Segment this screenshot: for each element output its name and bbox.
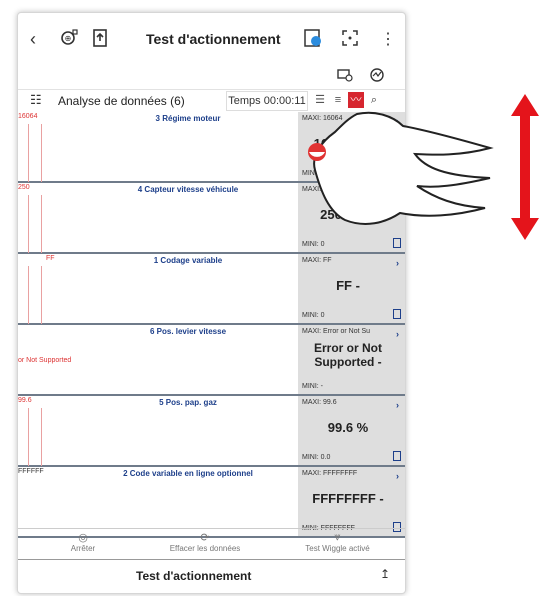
page-title: Test d'actionnement xyxy=(146,31,281,47)
data-row[interactable]: 99.6 5 Pos. pap. gaz MAXI: 99.6 › 99.6 %… xyxy=(18,396,405,467)
search-icon[interactable]: ⌕ xyxy=(366,92,382,108)
max-value: MAXI: 99.6 xyxy=(302,399,337,406)
graph-line xyxy=(28,266,29,324)
parameter-name: 6 Pos. levier vitesse xyxy=(149,327,227,336)
min-value: MINI: 0.0 xyxy=(302,454,331,461)
graph-tick-label: 250 xyxy=(18,184,30,191)
chevron-right-icon[interactable]: › xyxy=(396,329,399,339)
back-icon[interactable]: ‹ xyxy=(30,29,36,50)
parameter-name: 1 Codage variable xyxy=(153,256,223,265)
value-panel: MAXI: FF › FF - MINI: 0 xyxy=(298,254,405,323)
graph-tick-label: or Not Supported xyxy=(18,357,72,364)
top-bar: ‹ ⊕ Test d'actionnement ⋮ xyxy=(18,13,405,65)
max-value: MAXI: FF xyxy=(302,257,332,264)
wiggle-label: Test Wiggle activé xyxy=(305,544,370,553)
graph-area: 250 4 Capteur vitesse véhicule xyxy=(18,183,298,253)
graph-line xyxy=(28,195,29,253)
analysis-label: Analyse de données (6) xyxy=(58,94,185,108)
parameter-name: 3 Régime moteur xyxy=(155,114,221,123)
graph-line xyxy=(41,195,42,253)
value-panel: MAXI: Error or Not Su › Error or Not Sup… xyxy=(298,325,405,394)
graph-line xyxy=(28,408,29,466)
graph-area: or Not Supported 6 Pos. levier vitesse xyxy=(18,325,298,394)
chevron-right-icon[interactable]: › xyxy=(396,471,399,481)
min-value: MINI: - xyxy=(302,383,323,390)
refresh-icon: ⟳ xyxy=(200,532,210,544)
graph-tick-label: FF xyxy=(46,255,55,262)
app-window: ‹ ⊕ Test d'actionnement ⋮ ☷ Analyse de d… xyxy=(17,12,406,594)
data-list-icon[interactable]: ☷ xyxy=(30,92,42,108)
toggle-box[interactable] xyxy=(393,238,401,248)
fullscreen-icon[interactable] xyxy=(339,27,361,49)
value-panel: MAXI: 99.6 › 99.6 % MINI: 0.0 xyxy=(298,396,405,465)
gauge-icon[interactable] xyxy=(368,67,386,83)
chevron-right-icon[interactable]: › xyxy=(396,400,399,410)
hand-gesture-icon xyxy=(308,111,494,225)
stop-icon: ◎ xyxy=(78,532,88,544)
graph-area: FFFFFF 2 Code variable en ligne optionne… xyxy=(18,467,298,536)
parameter-name: 4 Capteur vitesse véhicule xyxy=(137,185,239,194)
min-value: MINI: 0 xyxy=(302,312,325,319)
data-row[interactable]: or Not Supported 6 Pos. levier vitesse M… xyxy=(18,325,405,396)
vehicle-settings-icon[interactable] xyxy=(336,67,354,83)
graph-view-icon[interactable]: 〰 xyxy=(348,92,364,108)
graph-line xyxy=(28,124,29,182)
current-value: FFFFFFFF - xyxy=(312,491,384,506)
footer: Test d'actionnement ↥ xyxy=(18,559,405,591)
current-value: 99.6 % xyxy=(327,420,369,435)
graph-line xyxy=(41,408,42,466)
parameter-name: 2 Code variable en ligne optionnel xyxy=(123,469,253,478)
footer-title: Test d'actionnement xyxy=(136,569,252,583)
collapse-icon[interactable]: ↥ xyxy=(380,567,390,581)
value-panel: MAXI: FFFFFFFF › FFFFFFFF - MINI: FFFFFF… xyxy=(298,467,405,536)
graph-line xyxy=(41,124,42,182)
data-row[interactable]: FF 1 Codage variable MAXI: FF › FF - MIN… xyxy=(18,254,405,325)
toolbar xyxy=(18,65,405,87)
svg-text:⊕: ⊕ xyxy=(65,34,72,43)
text-view-icon[interactable]: ≡ xyxy=(330,92,346,108)
list-view-icon[interactable]: ☰ xyxy=(312,92,328,108)
max-value: MAXI: Error or Not Su xyxy=(302,328,371,335)
clear-data-button[interactable]: ⟳ Effacer les données xyxy=(160,531,250,553)
graph-area: 99.6 5 Pos. pap. gaz xyxy=(18,396,298,466)
current-value: FF - xyxy=(336,278,360,293)
graph-area: 16064 3 Régime moteur xyxy=(18,112,298,182)
bottom-action-bar: ◎ Arrêter ⟳ Effacer les données ⩔ Test W… xyxy=(18,528,405,560)
more-options-icon[interactable]: ⋮ xyxy=(380,29,396,49)
graph-tick-label: 16064 xyxy=(18,113,38,120)
toggle-box[interactable] xyxy=(393,451,401,461)
diagnostic-tool-icon[interactable]: ⊕ xyxy=(58,27,80,49)
wiggle-icon: ⩔ xyxy=(334,531,341,543)
max-value: MAXI: FFFFFFFF xyxy=(302,470,358,477)
cloud-sync-icon[interactable] xyxy=(302,27,324,49)
document-upload-icon[interactable] xyxy=(90,27,112,49)
graph-line xyxy=(41,266,42,324)
min-value: MINI: 0 xyxy=(302,241,325,248)
stop-label: Arrêter xyxy=(70,544,96,553)
graph-tick-label: FFFFFF xyxy=(18,468,44,475)
vertical-scroll-arrow-icon xyxy=(511,94,539,240)
parameter-name: 5 Pos. pap. gaz xyxy=(159,398,217,407)
graph-area: FF 1 Codage variable xyxy=(18,254,298,324)
graph-tick-label: 99.6 xyxy=(18,397,32,404)
wiggle-test-button[interactable]: ⩔ Test Wiggle activé xyxy=(290,531,385,553)
clear-data-label: Effacer les données xyxy=(169,544,241,553)
toggle-box[interactable] xyxy=(393,309,401,319)
current-value: Error or Not Supported - xyxy=(313,341,382,369)
stop-button[interactable]: ◎ Arrêter xyxy=(58,531,108,553)
chevron-right-icon[interactable]: › xyxy=(396,258,399,268)
